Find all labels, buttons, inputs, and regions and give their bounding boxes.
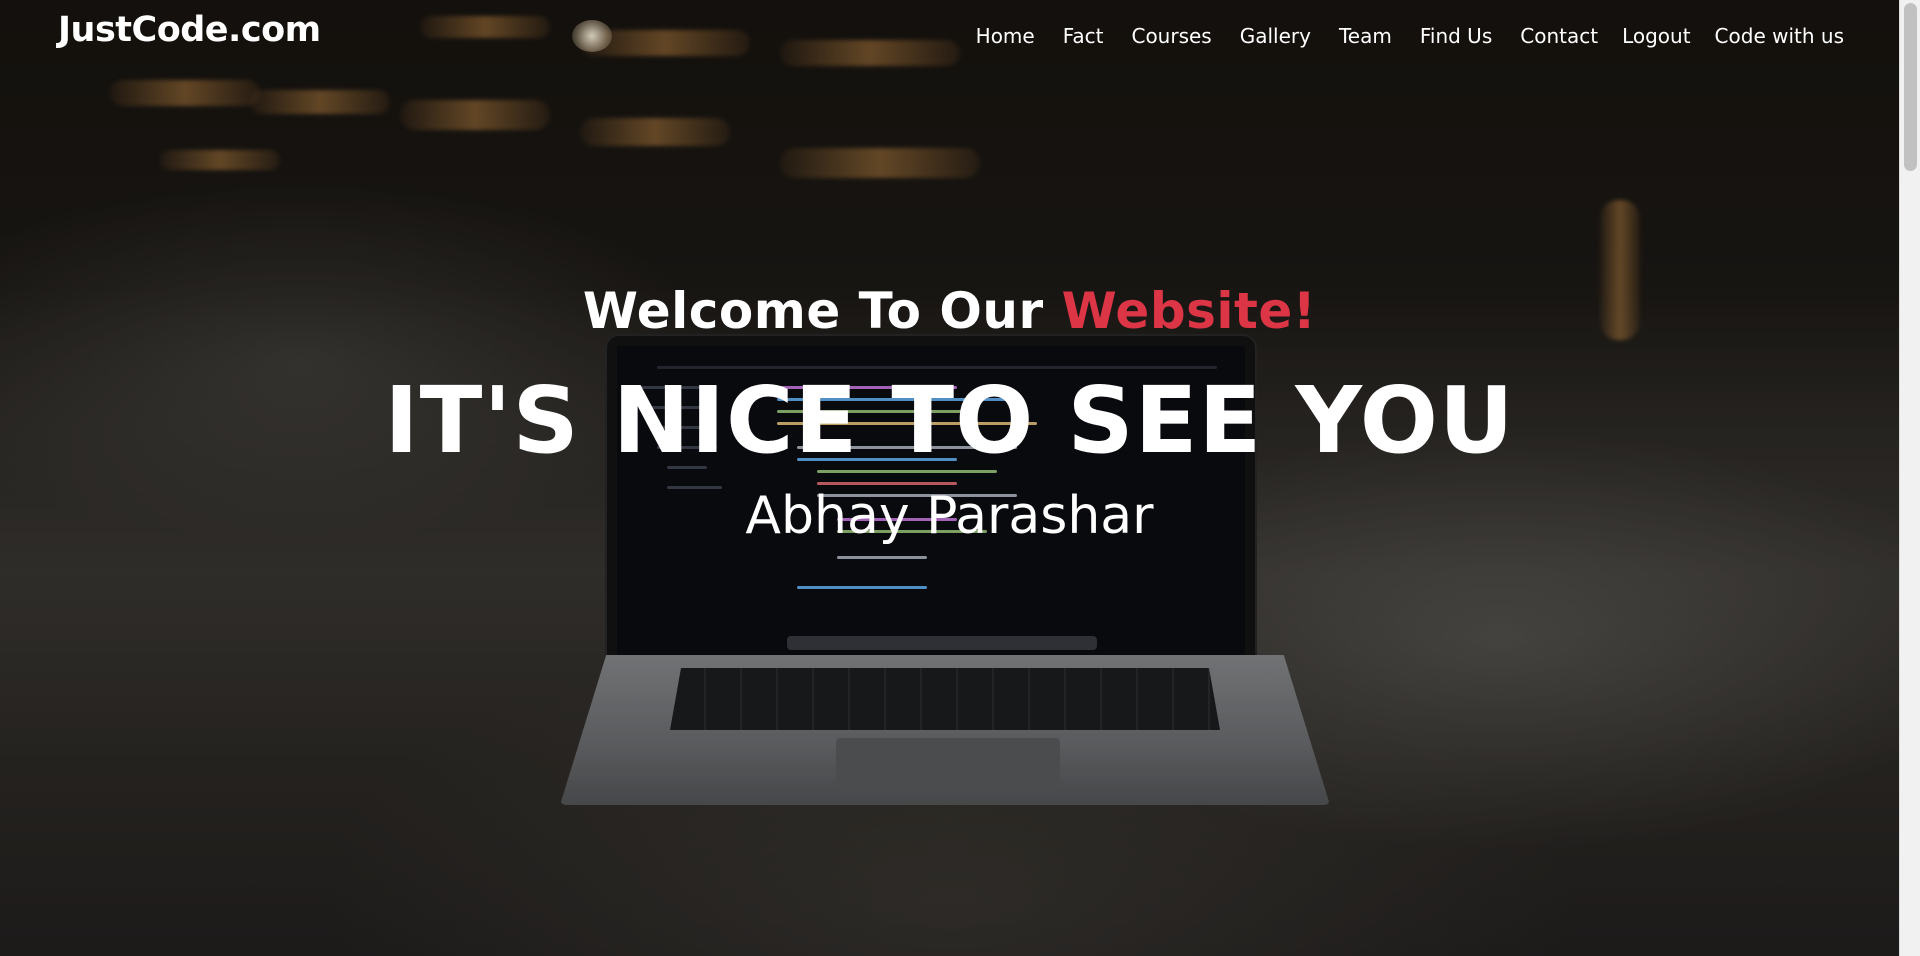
- nav-item-home[interactable]: Home: [976, 24, 1035, 48]
- hero-author-name: Abhay Parashar: [745, 486, 1154, 546]
- nav-item-gallery[interactable]: Gallery: [1240, 24, 1311, 48]
- scrollbar-thumb[interactable]: [1904, 3, 1917, 171]
- nav-item-contact[interactable]: Contact: [1520, 24, 1598, 48]
- nav-item-team[interactable]: Team: [1339, 24, 1392, 48]
- nav-item-fact[interactable]: Fact: [1063, 24, 1104, 48]
- nav-item-courses[interactable]: Courses: [1131, 24, 1211, 48]
- welcome-prefix: Welcome To Our: [582, 282, 1062, 340]
- nav-item-find-us[interactable]: Find Us: [1420, 24, 1492, 48]
- welcome-heading: Welcome To Our Website!: [0, 282, 1899, 340]
- hero-headline: IT'S NICE TO SEE YOU: [384, 367, 1515, 474]
- nav-item-code-with-us[interactable]: Code with us: [1715, 24, 1844, 48]
- welcome-accent: Website!: [1061, 282, 1317, 340]
- brand-logo[interactable]: JustCode.com: [58, 10, 321, 50]
- main-nav: Home Fact Courses Gallery Team Find Us C…: [948, 24, 1844, 48]
- hero-section: JustCode.com Home Fact Courses Gallery T…: [0, 0, 1899, 956]
- page-scrollbar[interactable]: [1899, 0, 1920, 956]
- nav-item-logout[interactable]: Logout: [1622, 24, 1690, 48]
